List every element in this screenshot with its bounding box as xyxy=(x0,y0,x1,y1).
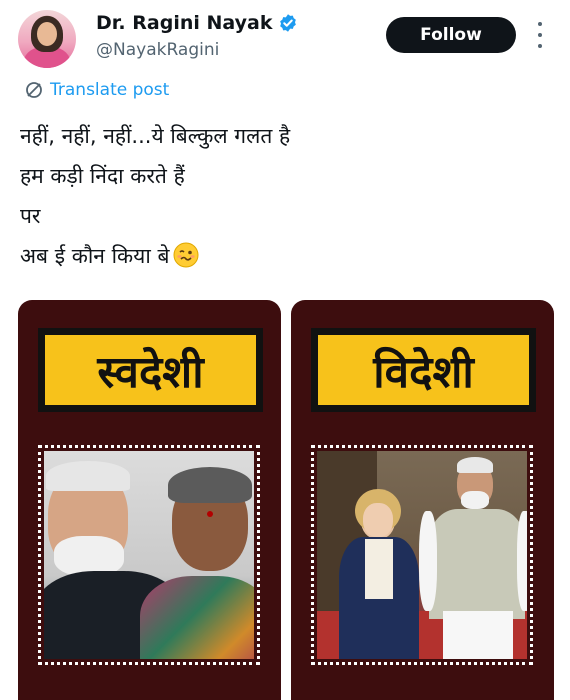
media-panel-right[interactable]: विदेशी xyxy=(291,300,554,700)
photo-right xyxy=(317,451,527,659)
label-box-right: विदेशी xyxy=(311,328,536,412)
photo-bindi xyxy=(207,511,213,517)
tweet-line-with-emoji: अब ई कौन किया बे xyxy=(20,236,540,276)
photo-person-hair xyxy=(46,461,130,491)
photo-person-trousers xyxy=(443,611,513,659)
photo-person-sleeve xyxy=(517,511,527,611)
photo-person-hair xyxy=(457,457,493,473)
follow-button[interactable]: Follow xyxy=(386,17,516,53)
label-videshi: विदेशी xyxy=(318,335,529,405)
more-options-icon[interactable] xyxy=(536,22,544,48)
photo-person-face xyxy=(363,503,393,537)
author-name-row: Dr. Ragini Nayak xyxy=(96,12,298,34)
label-box-left: स्वदेशी xyxy=(38,328,263,412)
photo-person-saree xyxy=(140,576,254,659)
woozy-face-icon xyxy=(173,242,199,268)
media-panel-left[interactable]: स्वदेशी xyxy=(18,300,281,700)
photo-left xyxy=(44,451,254,659)
more-dot xyxy=(538,44,542,48)
more-dot xyxy=(538,22,542,26)
avatar-face xyxy=(37,22,57,46)
photo-person-sleeve xyxy=(419,511,437,611)
photo-person-blouse xyxy=(365,539,393,599)
translate-post-link[interactable]: Translate post xyxy=(24,80,169,100)
verified-badge-icon xyxy=(280,14,297,32)
translate-icon xyxy=(26,82,42,98)
photo-person-jacket xyxy=(429,509,525,619)
tweet-line: अब ई कौन किया बे xyxy=(20,244,170,268)
tweet-line: नहीं, नहीं, नहीं...ये बिल्कुल गलत है xyxy=(20,124,291,148)
photo-person-beard xyxy=(461,491,489,509)
tweet-text: नहीं, नहीं, नहीं...ये बिल्कुल गलत है हम … xyxy=(20,116,540,276)
more-dot xyxy=(538,33,542,37)
photo-frame-right xyxy=(311,445,533,665)
tweet-line: पर xyxy=(20,204,41,228)
photo-frame-left xyxy=(38,445,260,665)
tweet-line: हम कड़ी निंदा करते हैं xyxy=(20,164,185,188)
post-media[interactable]: स्वदेशी विदेशी xyxy=(18,300,554,700)
label-swadeshi: स्वदेशी xyxy=(45,335,256,405)
author-name[interactable]: Dr. Ragini Nayak xyxy=(96,12,272,34)
photo-person-beard xyxy=(54,536,124,576)
author-handle[interactable]: @NayakRagini xyxy=(96,40,219,60)
post-header: Dr. Ragini Nayak @NayakRagini Follow xyxy=(0,0,570,80)
photo-person-hair xyxy=(168,467,252,503)
author-avatar[interactable] xyxy=(18,10,76,68)
translate-label: Translate post xyxy=(50,80,170,100)
